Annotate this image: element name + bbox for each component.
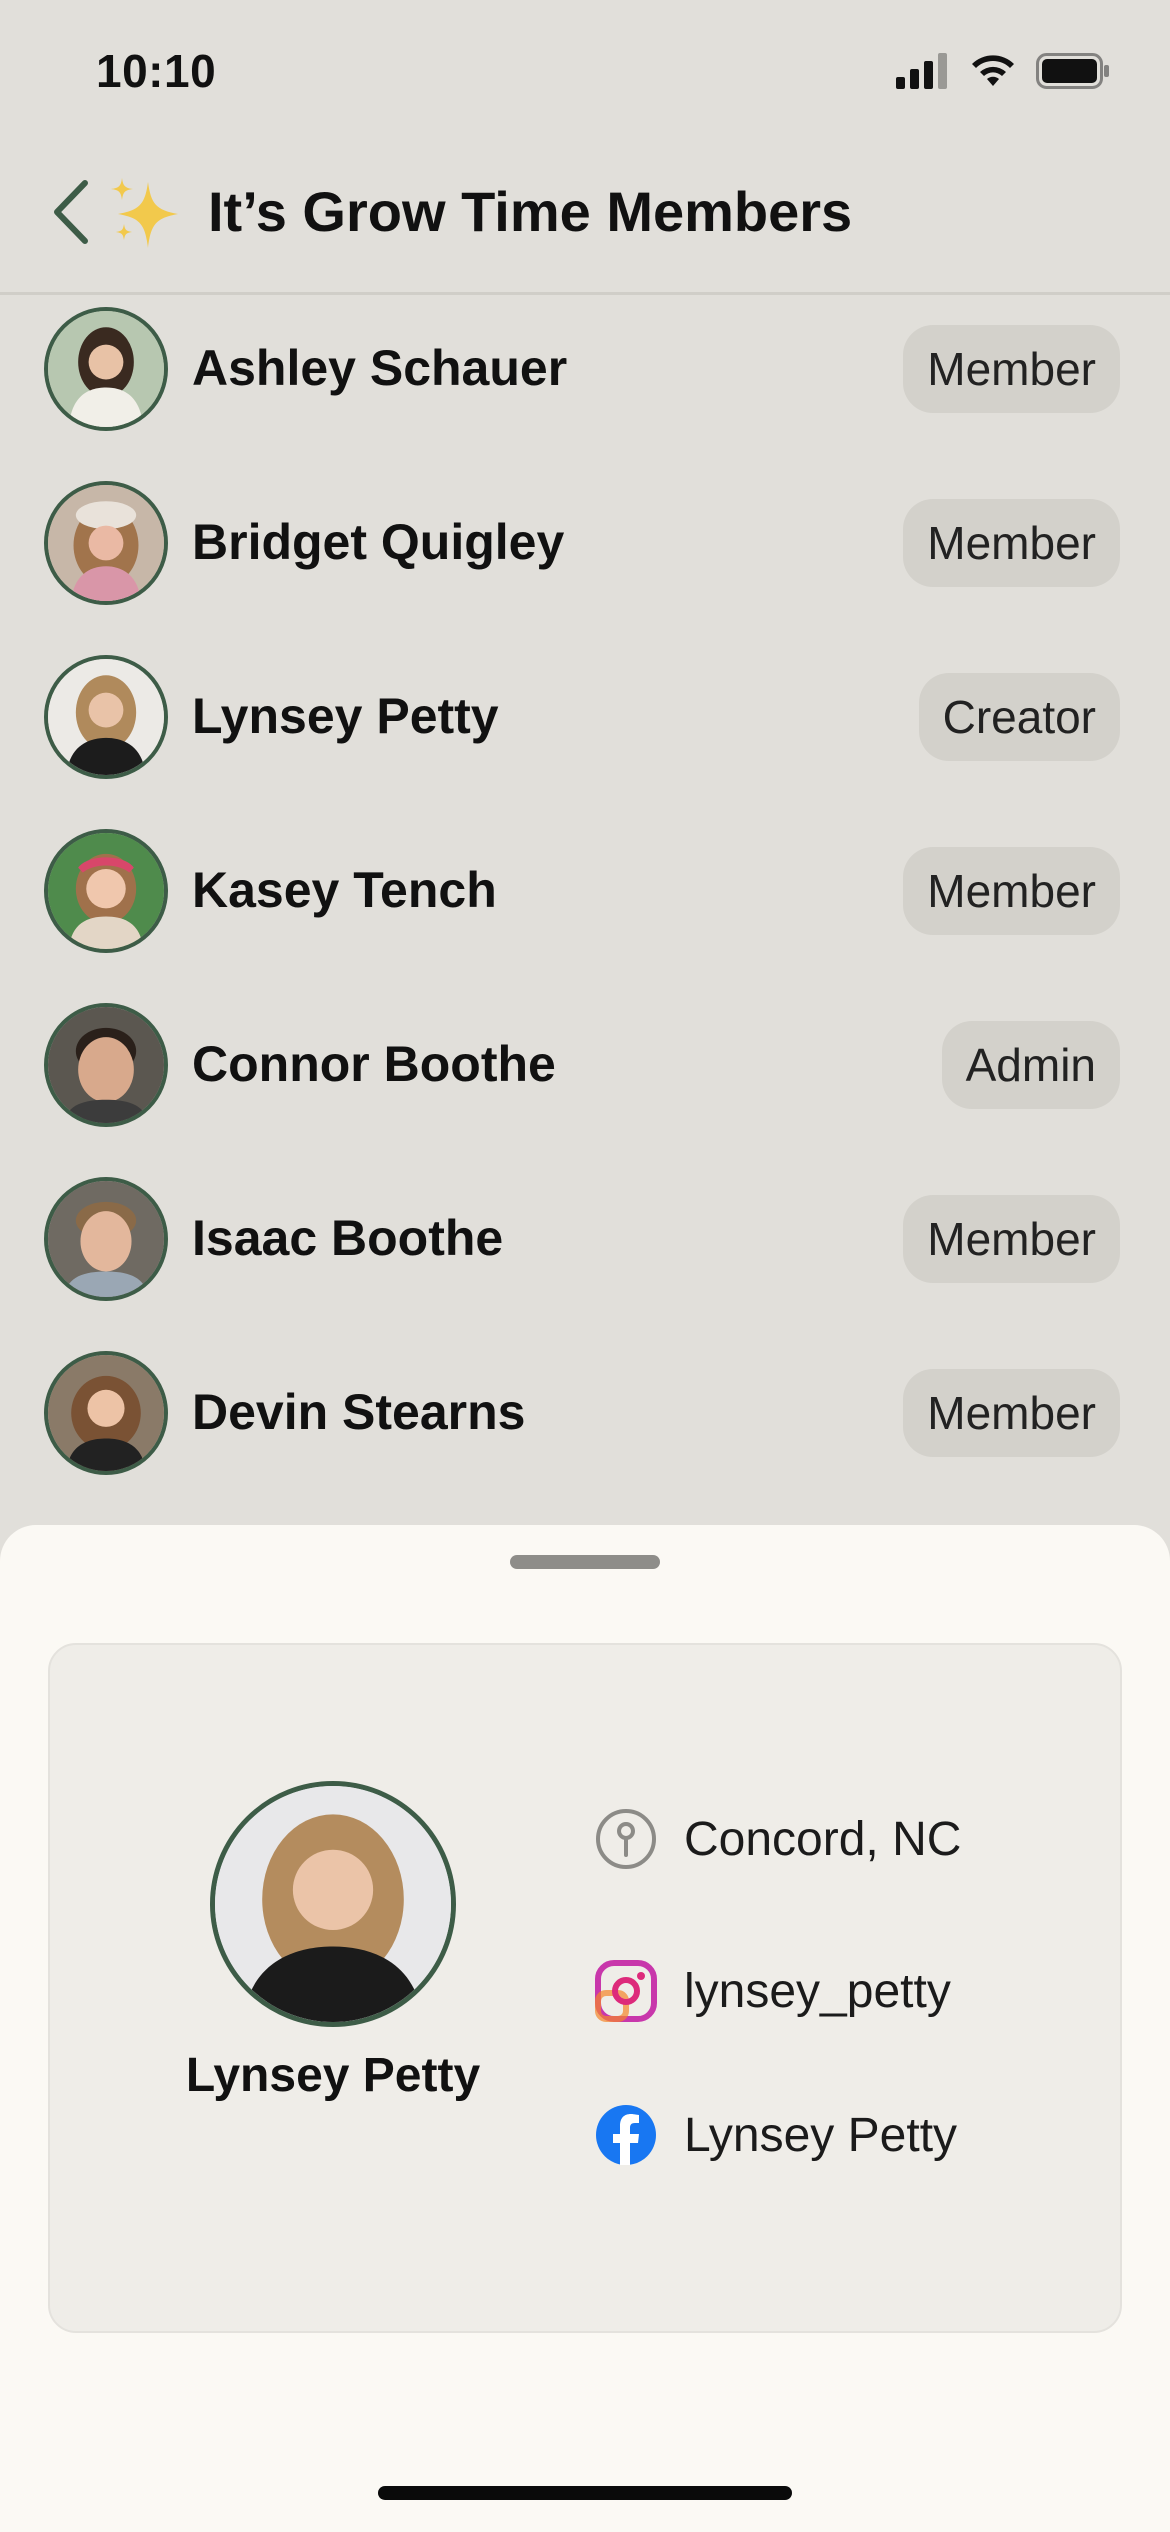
member-row[interactable]: Devin Stearns Member	[0, 1339, 1170, 1513]
sparkles-icon	[108, 172, 182, 252]
status-time: 10:10	[96, 45, 217, 97]
header: It’s Grow Time Members	[0, 150, 1170, 295]
wifi-icon	[968, 52, 1018, 95]
member-row[interactable]: Kasey Tench Member	[0, 817, 1170, 991]
instagram-icon	[594, 1959, 658, 2023]
facebook-icon	[594, 2103, 658, 2167]
role-badge: Member	[903, 847, 1120, 935]
battery-icon	[1036, 53, 1110, 94]
avatar	[44, 307, 168, 431]
chevron-left-icon	[54, 180, 88, 244]
location-row: Concord, NC	[594, 1807, 961, 1871]
avatar	[44, 1177, 168, 1301]
member-name: Isaac Boothe	[192, 1210, 504, 1266]
avatar	[44, 1351, 168, 1475]
avatar	[44, 829, 168, 953]
page-title: It’s Grow Time Members	[208, 180, 853, 243]
location-text: Concord, NC	[684, 1812, 962, 1866]
member-list: Ashley Schauer Member Bridget Quigley Me…	[0, 295, 1170, 1513]
role-badge: Member	[903, 1369, 1120, 1457]
member-name: Bridget Quigley	[192, 514, 565, 570]
role-badge: Member	[903, 325, 1120, 413]
member-row[interactable]: Lynsey Petty Creator	[0, 643, 1170, 817]
map-pin-icon	[594, 1807, 658, 1871]
avatar	[44, 1003, 168, 1127]
status-bar: 10:10	[0, 0, 1170, 150]
member-row[interactable]: Bridget Quigley Member	[0, 469, 1170, 643]
facebook-name: Lynsey Petty	[684, 2108, 958, 2162]
instagram-row[interactable]: lynsey_petty	[594, 1959, 951, 2023]
signal-icon	[896, 53, 950, 94]
home-indicator[interactable]	[378, 2486, 792, 2500]
sheet-drag-handle[interactable]	[510, 1555, 660, 1569]
instagram-handle: lynsey_petty	[684, 1964, 951, 2018]
member-row[interactable]: Isaac Boothe Member	[0, 1165, 1170, 1339]
avatar	[44, 655, 168, 779]
status-icons	[896, 52, 1110, 95]
facebook-row[interactable]: Lynsey Petty	[594, 2103, 957, 2167]
role-badge: Member	[903, 1195, 1120, 1283]
avatar	[44, 481, 168, 605]
profile-sheet: Lynsey Petty Concord, NC lynsey_petty Ly…	[0, 1525, 1170, 2532]
profile-name: Lynsey Petty	[185, 2049, 481, 2102]
back-button[interactable]	[46, 172, 96, 252]
member-row[interactable]: Ashley Schauer Member	[0, 295, 1170, 469]
role-badge: Member	[903, 499, 1120, 587]
member-name: Lynsey Petty	[192, 688, 499, 744]
profile-card: Lynsey Petty Concord, NC lynsey_petty Ly…	[48, 1643, 1122, 2333]
member-name: Kasey Tench	[192, 862, 497, 918]
member-name: Ashley Schauer	[192, 340, 568, 396]
profile-avatar	[210, 1781, 456, 2027]
role-badge: Admin	[941, 1021, 1120, 1109]
role-badge: Creator	[918, 673, 1120, 761]
member-row[interactable]: Connor Boothe Admin	[0, 991, 1170, 1165]
member-name: Devin Stearns	[192, 1384, 526, 1440]
member-name: Connor Boothe	[192, 1036, 556, 1092]
